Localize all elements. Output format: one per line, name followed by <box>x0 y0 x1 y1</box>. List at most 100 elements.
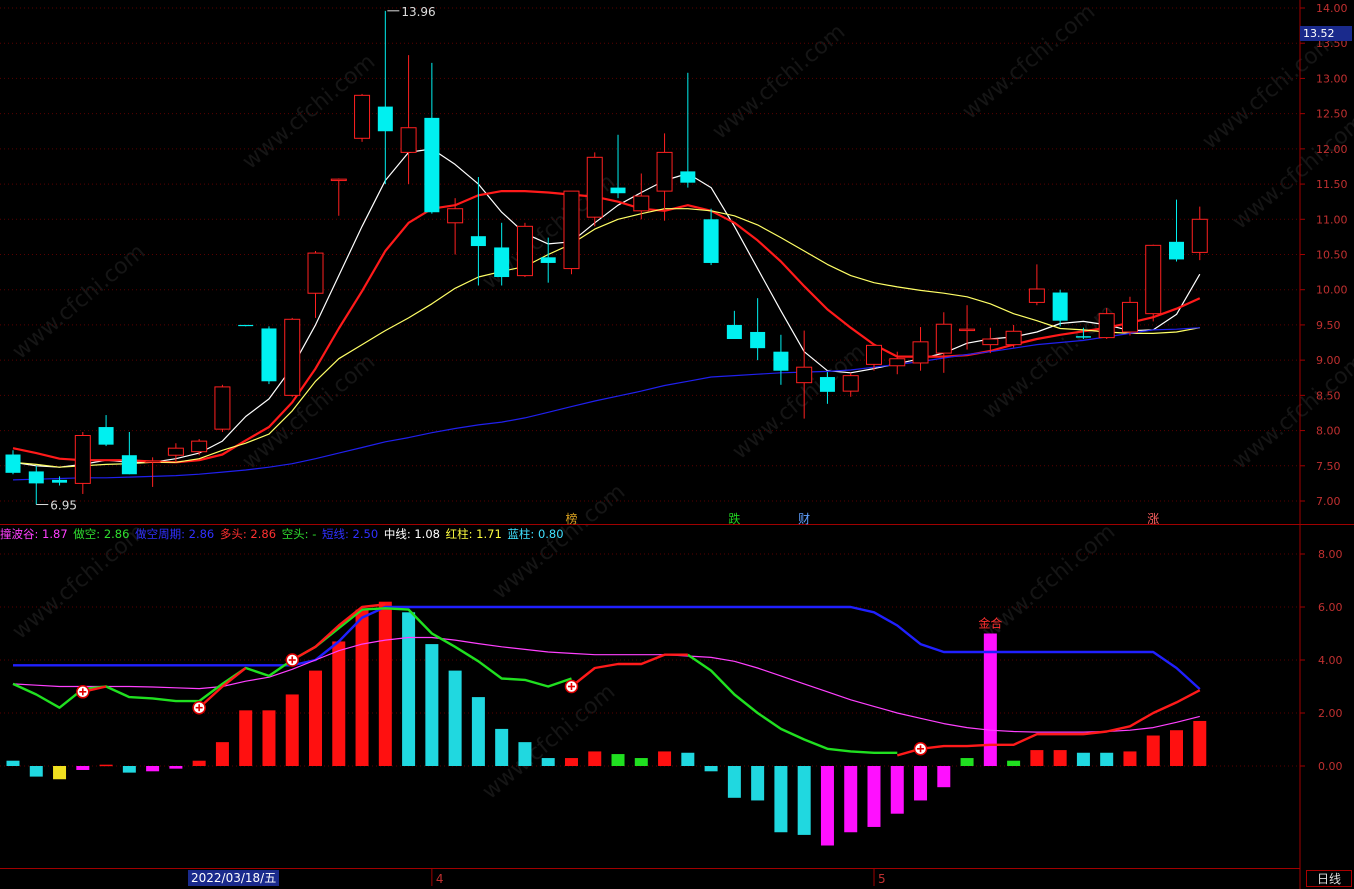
candlestick <box>750 298 766 361</box>
indicator-bar <box>727 766 741 798</box>
candlestick <box>144 457 161 487</box>
candle-body <box>307 252 324 294</box>
indicator-bar <box>1193 720 1207 766</box>
candle-body <box>330 178 347 182</box>
cursor-date-label: 2022/03/18/五 <box>188 870 280 886</box>
price-tick-label: 10.00 <box>1316 284 1348 297</box>
indicator-bar <box>425 644 439 766</box>
indicator-bar <box>192 760 206 766</box>
buy-signal-icon <box>913 742 928 756</box>
last-price-tag: 13.52 <box>1300 26 1352 41</box>
candle-body <box>656 151 673 192</box>
candlestick <box>214 384 231 432</box>
indicator-bar <box>169 766 183 769</box>
legend-item: 红柱: 1.71 <box>445 527 502 541</box>
event-marker: 跌 <box>728 511 740 526</box>
candle-body <box>447 208 464 224</box>
candle-body <box>563 190 580 270</box>
watermark-text: www.cfchi.com <box>488 479 630 604</box>
candle-body <box>796 366 813 384</box>
candle-body <box>494 247 510 278</box>
indicator-bar <box>262 710 276 766</box>
watermark-text: www.cfchi.com <box>958 0 1100 125</box>
candle-body <box>74 435 91 484</box>
buy-signal-icon <box>285 653 299 667</box>
candle-body <box>400 127 417 153</box>
price-tick-label: 11.50 <box>1316 178 1348 191</box>
moving-average-line <box>12 208 1200 468</box>
price-tick-label: 14.00 <box>1316 2 1348 15</box>
candlestick <box>516 222 533 278</box>
price-tick-label: 13.00 <box>1316 72 1348 85</box>
candlestick <box>1005 324 1022 348</box>
price-tick-label: 9.50 <box>1316 319 1341 332</box>
candle-body <box>540 257 556 263</box>
candle-body <box>191 440 208 453</box>
candlestick <box>703 208 719 266</box>
candlestick <box>494 222 510 286</box>
candlestick <box>238 324 254 327</box>
indicator-bar <box>239 710 253 766</box>
watermark-text: www.cfchi.com <box>238 349 380 474</box>
candle-body <box>959 328 976 332</box>
candle-body <box>167 447 184 456</box>
candlestick <box>5 450 21 475</box>
price-tick-label: 10.50 <box>1316 249 1348 262</box>
candle-body <box>1169 241 1184 260</box>
candle-body <box>28 471 44 484</box>
watermark-text: www.cfchi.com <box>728 339 870 464</box>
indicator-bar <box>704 766 718 772</box>
candle-body <box>516 225 533 277</box>
indicator-bar <box>1100 752 1114 766</box>
indicator-bar <box>1076 752 1090 766</box>
indicator-bar <box>99 764 113 767</box>
candlestick <box>121 431 137 475</box>
legend-item: 撞波谷: 1.87 <box>0 527 68 541</box>
candle-body <box>982 338 999 346</box>
indicator-tick-label: 4.00 <box>1318 654 1343 667</box>
indicator-bar <box>285 694 299 766</box>
candlestick <box>959 305 976 350</box>
candle-body <box>1121 301 1138 333</box>
candle-body <box>750 331 766 349</box>
watermark-text: www.cfchi.com <box>1228 349 1354 474</box>
candle-body <box>98 427 114 445</box>
candlestick <box>563 190 580 275</box>
candlestick <box>52 476 68 486</box>
period-button[interactable]: 日线 <box>1306 870 1352 887</box>
legend-item: 蓝柱: 0.80 <box>507 527 564 541</box>
indicator-bar <box>122 766 136 773</box>
event-marker: 财 <box>798 512 810 526</box>
stock-chart-canvas[interactable]: www.cfchi.com www.cfchi.com www.cfchi.com w… <box>0 0 1354 889</box>
indicator-legend: 撞波谷: 1.87 做空: 2.86 做空周期: 2.86 多头: 2.86 空… <box>0 526 566 542</box>
event-marker: 榜 <box>565 511 577 526</box>
candle-body <box>1145 244 1162 315</box>
indicator-bar <box>215 742 229 766</box>
month-label: 5 <box>878 872 886 886</box>
price-tick-label: 8.50 <box>1316 389 1341 402</box>
indicator-bar <box>937 766 951 788</box>
indicator-bar <box>378 601 392 766</box>
indicator-bar <box>960 758 974 766</box>
candle-body <box>586 156 603 218</box>
price-tick-label: 12.00 <box>1316 143 1348 156</box>
legend-item: 多头: 2.86 <box>219 527 277 541</box>
indicator-bar <box>1146 735 1160 766</box>
indicator-tick-label: 8.00 <box>1318 548 1343 561</box>
candle-body <box>912 341 929 364</box>
candlestick <box>74 431 91 494</box>
indicator-bar <box>146 766 160 772</box>
indicator-bar <box>681 752 695 766</box>
price-tick-label: 9.00 <box>1316 354 1341 367</box>
indicator-bar <box>774 766 788 833</box>
candle-body <box>214 386 231 430</box>
candle-body <box>889 358 906 367</box>
watermark-text: www.cfchi.com <box>708 19 850 144</box>
price-tick-label: 7.00 <box>1316 495 1341 508</box>
moving-average-line <box>12 327 1200 481</box>
indicator-bar <box>29 766 43 777</box>
buy-signal-icon <box>76 685 90 699</box>
candle-body <box>773 351 789 371</box>
indicator-bar <box>332 641 346 766</box>
indicator-bar <box>564 758 578 766</box>
